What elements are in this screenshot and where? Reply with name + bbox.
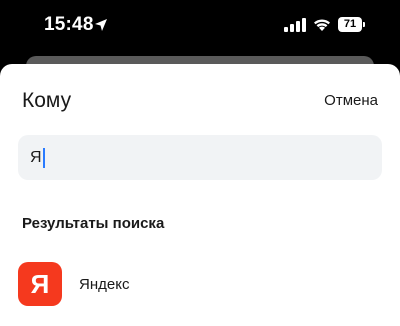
battery-icon: 71: [338, 17, 366, 32]
location-arrow-icon: [95, 19, 107, 31]
list-item[interactable]: Я Яндекс: [18, 262, 382, 306]
status-time: 15:48: [44, 14, 94, 35]
text-cursor: [42, 147, 45, 168]
logo-letter: Я: [30, 268, 50, 299]
search-input[interactable]: Я: [18, 135, 382, 180]
search-input-value: Я: [30, 148, 42, 166]
result-name: Яндекс: [79, 275, 130, 293]
yandex-logo-icon: Я: [18, 262, 62, 306]
cellular-signal-icon: [284, 18, 306, 32]
sheet-title: Кому: [22, 89, 72, 112]
status-bar: 15:48 71: [0, 0, 400, 56]
search-results-heading: Результаты поиска: [22, 215, 165, 232]
cancel-button[interactable]: Отмена: [324, 92, 378, 109]
wifi-icon: [314, 19, 330, 31]
battery-level: 71: [338, 17, 362, 32]
